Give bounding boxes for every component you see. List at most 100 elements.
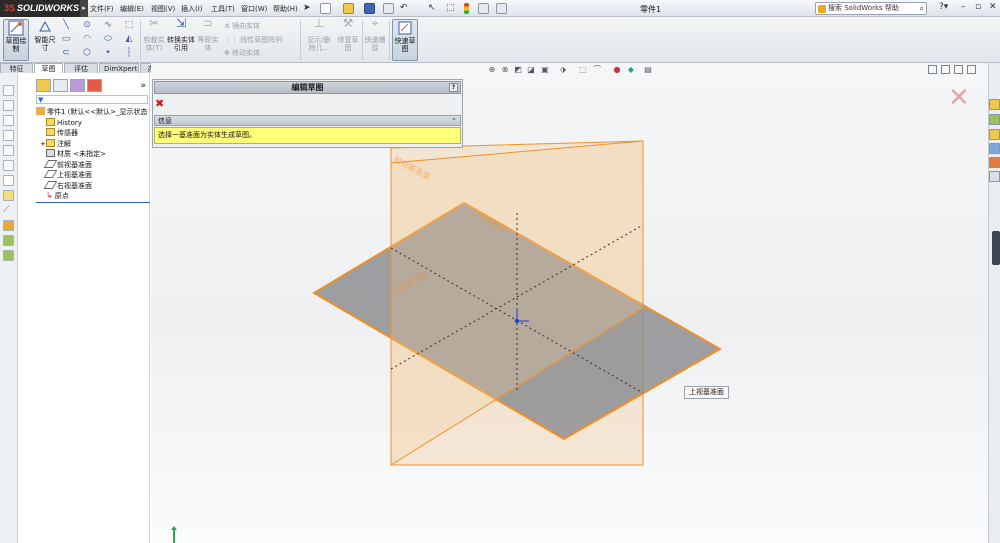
tree-item-origin[interactable]: ↳ 原点 — [46, 191, 69, 201]
menu-window[interactable]: 窗口(W) — [241, 4, 267, 14]
save-icon[interactable] — [364, 3, 375, 14]
restore-icon[interactable]: ▫ — [975, 2, 981, 12]
file-properties-icon[interactable] — [478, 3, 489, 14]
pan-icon[interactable] — [3, 145, 14, 156]
scene-icon[interactable] — [3, 220, 14, 231]
custom-properties-icon[interactable] — [989, 171, 1000, 182]
tree-item-annotations[interactable]: + 注解 — [40, 139, 71, 149]
minimize-icon[interactable]: – — [961, 2, 966, 12]
property-manager-tab-icon[interactable] — [53, 79, 68, 92]
circle-icon[interactable]: ⊙ — [82, 20, 92, 30]
display-manager-tab-icon[interactable] — [87, 79, 102, 92]
render-icon[interactable] — [3, 250, 14, 261]
file-explorer-icon[interactable] — [989, 129, 1000, 140]
configuration-manager-tab-icon[interactable] — [70, 79, 85, 92]
sketch-fillet-icon[interactable]: ◭ — [124, 34, 134, 44]
undo-icon[interactable]: ↶ — [400, 3, 411, 14]
appearances-icon[interactable] — [989, 157, 1000, 168]
collapse-icon[interactable]: ⌃ — [451, 116, 457, 126]
close-icon[interactable]: ✕ — [989, 2, 997, 12]
convert-entities-label: 转换实体引用 — [167, 36, 195, 52]
edit-appearance-icon[interactable] — [3, 190, 14, 201]
chevron-right-icon[interactable]: ▸ — [80, 0, 88, 17]
plane-icon — [43, 181, 58, 189]
feature-manager-tab-icon[interactable] — [36, 79, 51, 92]
smart-dimension-label: 智能尺寸 — [34, 36, 56, 52]
display-delete-relations-button[interactable]: ⊥ 显示/删除几... — [304, 17, 334, 61]
menu-tools[interactable]: 工具(T) — [211, 4, 235, 14]
menu-insert[interactable]: 插入(I) — [181, 4, 203, 14]
sketch-text-icon[interactable]: ⬚ — [124, 20, 134, 30]
trim-entities-button[interactable]: ✂ 剪裁实体(T) — [143, 16, 165, 61]
tree-root[interactable]: 零件1 (默认<<默认>_显示状态 — [36, 107, 148, 117]
traffic-light-icon[interactable] — [464, 3, 469, 14]
tree-rollback-bar[interactable] — [36, 202, 150, 203]
tree-item-front-plane[interactable]: 前视基准面 — [43, 160, 92, 170]
quick-snaps-button[interactable]: ⌖ 快速捕捉 — [364, 17, 386, 61]
tab-evaluate[interactable]: 评估 — [64, 63, 98, 73]
new-document-icon[interactable] — [320, 3, 331, 14]
tree-item-material[interactable]: 材质 <未指定> — [46, 149, 106, 159]
print-icon[interactable] — [383, 3, 394, 14]
menu-help[interactable]: 帮助(H) — [273, 4, 298, 14]
point-icon[interactable]: • — [103, 48, 113, 58]
measure-icon[interactable]: ⟋ — [3, 205, 14, 216]
section-view-icon[interactable] — [3, 100, 14, 111]
rotate-icon[interactable] — [3, 130, 14, 141]
sketch-button[interactable]: 草图绘制 — [3, 19, 29, 61]
tree-item-top-plane[interactable]: 上视基准面 — [43, 170, 92, 180]
sketch-label: 草图绘制 — [5, 37, 27, 53]
task-pane-grip[interactable] — [992, 231, 1000, 265]
view-palette-icon[interactable] — [989, 143, 1000, 154]
menu-file[interactable]: 文件(F) — [90, 4, 114, 14]
tab-features[interactable]: 特征 — [0, 63, 33, 73]
tree-filter[interactable]: ▼ — [36, 95, 148, 104]
view-settings-icon[interactable] — [3, 235, 14, 246]
trim-icon: ✂ — [148, 16, 160, 30]
design-library-icon[interactable] — [989, 114, 1000, 125]
help-question-icon[interactable]: ?▾ — [939, 2, 948, 12]
separator — [389, 20, 390, 60]
centerline-icon[interactable]: ┆ — [124, 48, 134, 58]
tree-item-history[interactable]: History — [46, 118, 82, 128]
ellipse-icon[interactable]: ⬭ — [103, 34, 113, 44]
rebuild-icon[interactable]: ⬚ — [446, 3, 457, 14]
tab-sketch[interactable]: 草图 — [34, 63, 63, 73]
smart-dimension-button[interactable]: 智能尺寸 — [32, 19, 58, 61]
search-icon[interactable]: ⌕ — [920, 3, 924, 14]
solidworks-resources-icon[interactable] — [989, 99, 1000, 110]
convert-entities-button[interactable]: ⇲ 转换实体引用 — [167, 17, 195, 61]
cancel-icon[interactable]: ✖ — [155, 97, 164, 110]
display-style-icon[interactable] — [3, 160, 14, 171]
polygon-icon[interactable]: ⬡ — [82, 48, 92, 58]
separator — [362, 20, 363, 60]
line-icon[interactable]: ╲ — [61, 20, 71, 30]
zoom-icon[interactable] — [3, 115, 14, 126]
open-folder-icon[interactable] — [343, 3, 354, 14]
hide-show-icon[interactable] — [3, 175, 14, 186]
tab-dimxpert[interactable]: DimXpert — [99, 63, 139, 73]
slot-icon[interactable]: ⊂ — [61, 48, 71, 58]
arc-icon[interactable]: ◠ — [82, 34, 92, 44]
view-orientation-icon[interactable] — [3, 85, 14, 96]
rapid-sketch-button[interactable]: 快速草图 — [392, 19, 418, 61]
menu-view[interactable]: 视图(V) — [151, 4, 175, 14]
help-icon[interactable]: ? — [449, 83, 458, 92]
offset-entities-button[interactable]: ⊃ 等距实体 — [196, 17, 220, 61]
menu-edit[interactable]: 编辑(E) — [120, 4, 144, 14]
pin-icon[interactable]: ➤ — [303, 3, 314, 14]
repair-sketch-button[interactable]: ⚒ 修复草图 — [336, 17, 360, 61]
tree-item-sensors[interactable]: 传感器 — [46, 128, 78, 138]
move-entities-button[interactable]: ✥ 移动实体 — [224, 48, 260, 58]
mirror-entities-button[interactable]: ⋔ 镜向实体 — [224, 21, 260, 31]
linear-pattern-button[interactable]: ⋮⋮ 线性草图阵列 — [224, 35, 282, 45]
help-search-input[interactable]: 搜索 SolidWorks 帮助 ⌕ — [815, 2, 927, 15]
info-group-header[interactable]: 信息 ⌃ — [154, 115, 461, 126]
rectangle-icon[interactable]: ▭ — [61, 34, 71, 44]
solidworks-logo[interactable]: 3S SOLIDWORKS — [0, 0, 80, 17]
select-arrow-icon[interactable]: ↖ — [428, 3, 439, 14]
spline-icon[interactable]: ∿ — [103, 20, 113, 30]
tree-item-right-plane[interactable]: 右视基准面 — [43, 181, 92, 191]
chevron-right-icon[interactable]: » — [140, 81, 146, 91]
options-icon[interactable] — [496, 3, 507, 14]
